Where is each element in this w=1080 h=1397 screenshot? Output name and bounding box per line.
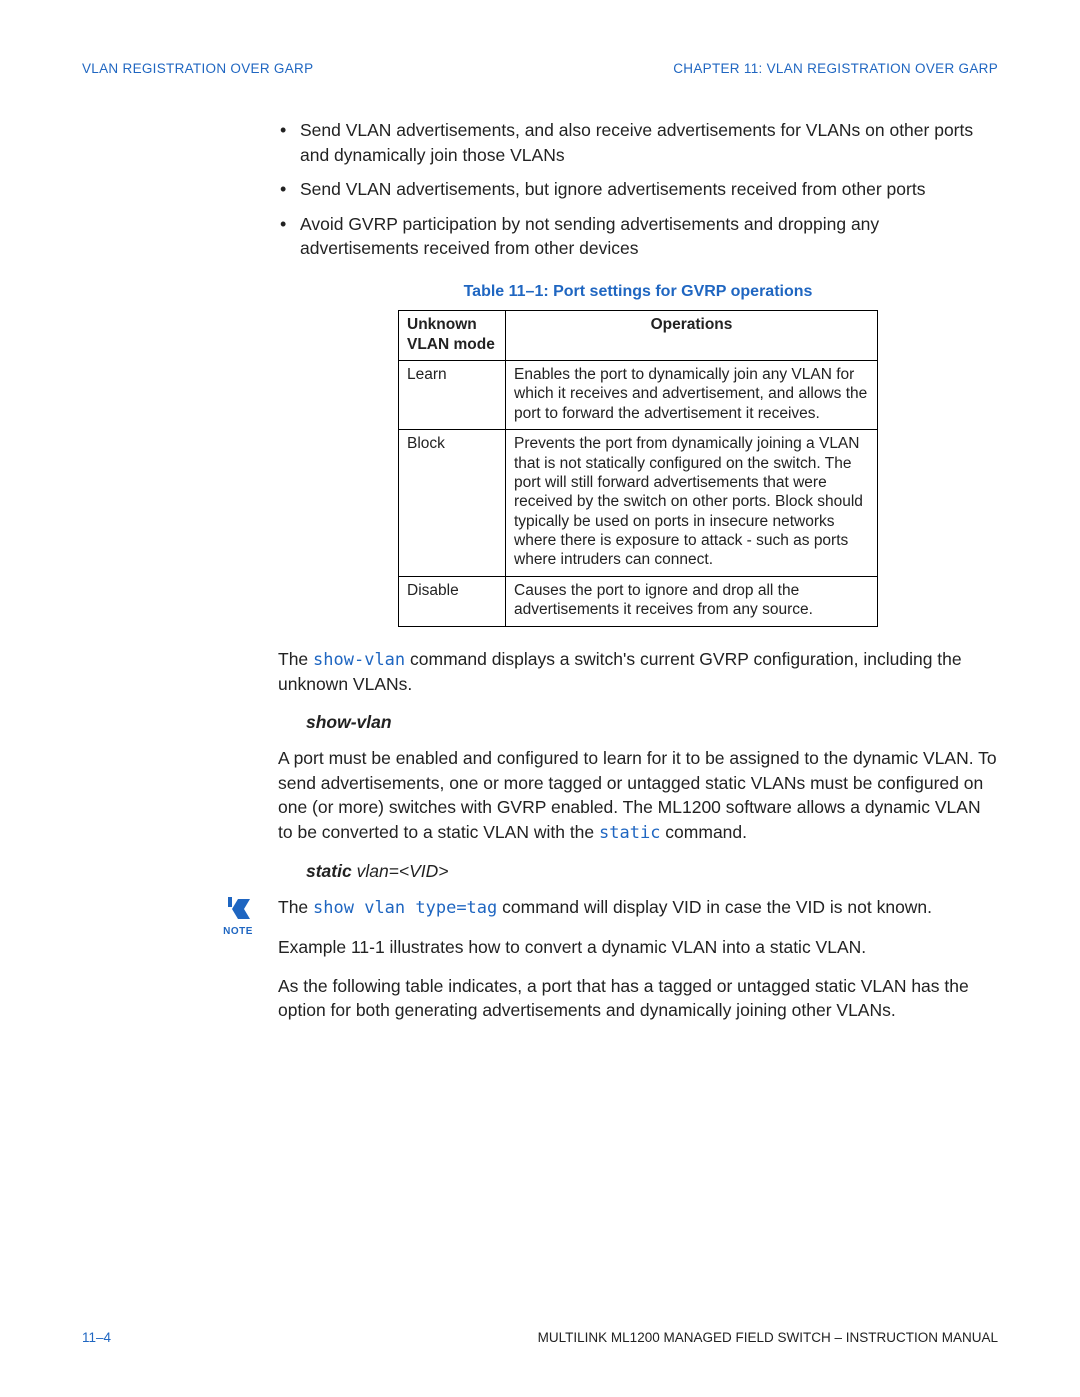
paragraph: The show vlan type=tag command will disp… xyxy=(278,895,998,921)
note-icon: NOTE xyxy=(218,895,258,939)
table-row: Block Prevents the port from dynamically… xyxy=(399,430,878,577)
paragraph: As the following table indicates, a port… xyxy=(278,974,998,1023)
table-caption: Table 11–1: Port settings for GVRP opera… xyxy=(278,281,998,303)
gvrp-table: Unknown VLAN mode Operations Learn Enabl… xyxy=(398,310,878,626)
table-row: Disable Causes the port to ignore and dr… xyxy=(399,576,878,626)
page-footer: 11–4 MULTILINK ML1200 MANAGED FIELD SWIT… xyxy=(82,1329,998,1347)
command-text: show-vlan xyxy=(306,712,392,732)
paragraph: The show-vlan command displays a switch'… xyxy=(278,647,998,697)
table-header-op: Operations xyxy=(506,311,878,361)
header-right: CHAPTER 11: VLAN REGISTRATION OVER GARP xyxy=(673,60,998,78)
text: The xyxy=(278,649,313,669)
cell-op: Causes the port to ignore and drop all t… xyxy=(506,576,878,626)
doc-title: MULTILINK ML1200 MANAGED FIELD SWITCH – … xyxy=(538,1329,998,1347)
page-number: 11–4 xyxy=(82,1329,111,1347)
table-header-mode: Unknown VLAN mode xyxy=(399,311,506,361)
cell-op: Enables the port to dynamically join any… xyxy=(506,361,878,430)
bullet-item: Send VLAN advertisements, and also recei… xyxy=(278,118,998,167)
cell-mode: Block xyxy=(399,430,506,577)
text: The xyxy=(278,897,313,917)
paragraph: Example 11-1 illustrates how to convert … xyxy=(278,935,998,960)
command-block: static vlan=<VID> xyxy=(306,860,998,884)
text: command will display VID in case the VID… xyxy=(497,897,932,917)
bullet-item: Avoid GVRP participation by not sending … xyxy=(278,212,998,261)
inline-command: show vlan type=tag xyxy=(313,898,497,918)
command-block: show-vlan xyxy=(306,711,998,735)
page-header: VLAN REGISTRATION OVER GARP CHAPTER 11: … xyxy=(82,60,998,78)
inline-command: show-vlan xyxy=(313,650,405,670)
header-left: VLAN REGISTRATION OVER GARP xyxy=(82,60,313,78)
table-row: Learn Enables the port to dynamically jo… xyxy=(399,361,878,430)
bullet-list: Send VLAN advertisements, and also recei… xyxy=(278,118,998,261)
inline-command: static xyxy=(599,823,660,843)
command-arg: vlan=<VID> xyxy=(352,861,449,881)
text: command. xyxy=(660,822,747,842)
cell-mode: Learn xyxy=(399,361,506,430)
cell-mode: Disable xyxy=(399,576,506,626)
command-text: static xyxy=(306,861,352,881)
cell-op: Prevents the port from dynamically joini… xyxy=(506,430,878,577)
paragraph: A port must be enabled and configured to… xyxy=(278,746,998,845)
bullet-item: Send VLAN advertisements, but ignore adv… xyxy=(278,177,998,202)
note-label: NOTE xyxy=(218,925,258,939)
